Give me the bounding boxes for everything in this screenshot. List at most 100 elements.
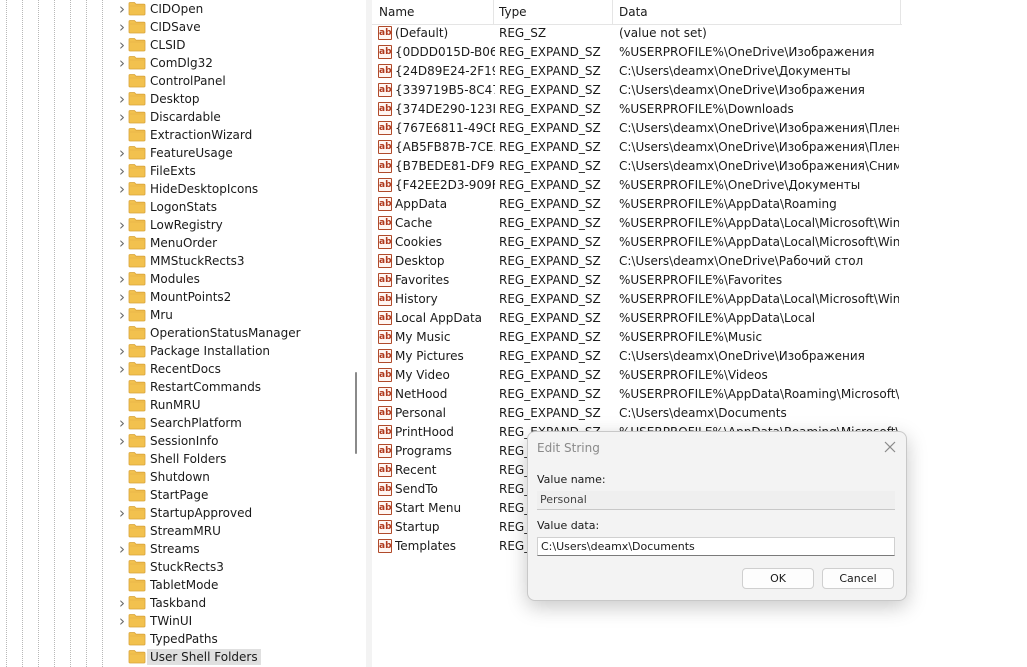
tree-scrollbar[interactable]	[355, 372, 357, 454]
tree-item[interactable]: › MenuOrder	[114, 234, 349, 252]
column-separator[interactable]	[900, 0, 901, 24]
chevron-right-icon[interactable]: ›	[116, 146, 128, 161]
tree-item[interactable]: User Shell Folders	[114, 648, 349, 666]
tree-item[interactable]: › HideDesktopIcons	[114, 180, 349, 198]
tree-item[interactable]: Shell Folders	[114, 450, 349, 468]
chevron-right-icon[interactable]: ›	[116, 614, 128, 629]
tree-item[interactable]: › Taskband	[114, 594, 349, 612]
tree-item[interactable]: › Discardable	[114, 108, 349, 126]
value-row[interactable]: ab{0DDD015D-B06… REG_EXPAND_SZ %USERPROFIL…	[372, 43, 1027, 62]
tree-item[interactable]: OperationStatusManager	[114, 324, 349, 342]
tree-item[interactable]: ExtractionWizard	[114, 126, 349, 144]
value-row[interactable]: ab My Video REG_EXPAND_SZ %USERPROFILE%\Vid…	[372, 366, 1027, 385]
tree-item[interactable]: › CLSID	[114, 36, 349, 54]
value-row[interactable]: ab {AB5FB87B-7CE… REG_EXPAND_SZ C:\Users\de…	[372, 138, 1027, 157]
chevron-right-icon[interactable]: ›	[116, 164, 128, 179]
chevron-right-icon[interactable]: ›	[116, 344, 128, 359]
tree-item[interactable]: › TWinUI	[114, 612, 349, 630]
tree-item[interactable]: › Desktop	[114, 90, 349, 108]
tree-item[interactable]: › Modules	[114, 270, 349, 288]
chevron-right-icon[interactable]: ›	[116, 236, 128, 251]
value-row[interactable]: ab Cookies REG_EXPAND_SZ %USERPROFILE%\AppD…	[372, 233, 1027, 252]
close-icon[interactable]	[883, 440, 897, 454]
chevron-right-icon[interactable]: ›	[116, 290, 128, 305]
tree-item[interactable]: LogonStats	[114, 198, 349, 216]
value-row[interactable]: ab My Pictures REG_EXPAND_SZ C:\Users\deamx…	[372, 347, 1027, 366]
chevron-right-icon[interactable]: ›	[116, 182, 128, 197]
value-row[interactable]: ab{339719B5-8C47… REG_EXPAND_SZ C:\Users\d…	[372, 81, 1027, 100]
column-header-name[interactable]: Name	[379, 4, 414, 20]
value-row[interactable]: ab{F42EE2D3-909F… REG_EXPAND_SZ %USERPROFI…	[372, 176, 1027, 195]
chevron-right-icon[interactable]: ›	[116, 38, 128, 53]
tree-item[interactable]: › FileExts	[114, 162, 349, 180]
column-separator[interactable]	[493, 0, 494, 24]
chevron-right-icon[interactable]: ›	[116, 272, 128, 287]
value-row[interactable]: ab{767E6811-49CB… REG_EXPAND_SZ C:\Users\d…	[372, 119, 1027, 138]
value-row[interactable]: ab Cache REG_EXPAND_SZ %USERPROFILE%\AppDat…	[372, 214, 1027, 233]
tree-item[interactable]: › Package Installation	[114, 342, 349, 360]
tree-item[interactable]: › SearchPlatform	[114, 414, 349, 432]
value-row[interactable]: ab{374DE290-123F… REG_EXPAND_SZ %USERPROFI…	[372, 100, 1027, 119]
chevron-right-icon[interactable]: ›	[116, 218, 128, 233]
value-data-field[interactable]: C:\Users\deamx\Documents	[537, 537, 895, 556]
string-value-icon: ab	[378, 368, 392, 382]
chevron-right-icon[interactable]: ›	[116, 416, 128, 431]
chevron-right-icon[interactable]: ›	[116, 110, 128, 125]
column-header-data[interactable]: Data	[619, 4, 648, 20]
tree-item[interactable]: TabletMode	[114, 576, 349, 594]
value-type: REG_EXPAND_SZ	[499, 330, 601, 344]
value-row[interactable]: ab My Music REG_EXPAND_SZ %USERPROFILE%\Mus…	[372, 328, 1027, 347]
value-row[interactable]: ab Personal REG_EXPAND_SZ C:\Users\deamx\Do…	[372, 404, 1027, 423]
tree-item[interactable]: RunMRU	[114, 396, 349, 414]
tree-item[interactable]: › LowRegistry	[114, 216, 349, 234]
tree-item[interactable]: RestartCommands	[114, 378, 349, 396]
tree-item[interactable]: StartPage	[114, 486, 349, 504]
tree-item[interactable]: › ComDlg32	[114, 54, 349, 72]
value-row[interactable]: ab (Default) REG_SZ (value not set)	[372, 24, 1027, 43]
chevron-right-icon[interactable]: ›	[116, 2, 128, 17]
chevron-right-icon[interactable]: ›	[116, 506, 128, 521]
chevron-right-icon[interactable]: ›	[116, 20, 128, 35]
column-header-type[interactable]: Type	[499, 4, 527, 20]
value-row[interactable]: ab History REG_EXPAND_SZ %USERPROFILE%\AppD…	[372, 290, 1027, 309]
value-row[interactable]: ab AppData REG_EXPAND_SZ %USERPROFILE%\AppD…	[372, 195, 1027, 214]
value-name: Personal	[395, 406, 447, 420]
chevron-right-icon[interactable]: ›	[116, 434, 128, 449]
value-row[interactable]: ab Desktop REG_EXPAND_SZ C:\Users\deamx\One…	[372, 252, 1027, 271]
string-value-icon: ab	[378, 102, 392, 116]
tree-item[interactable]: › MountPoints2	[114, 288, 349, 306]
tree-item[interactable]: › StartupApproved	[114, 504, 349, 522]
string-value-icon: ab	[378, 159, 392, 173]
chevron-right-icon[interactable]: ›	[116, 542, 128, 557]
tree-item[interactable]: › RecentDocs	[114, 360, 349, 378]
column-separator[interactable]	[612, 0, 613, 24]
chevron-right-icon[interactable]: ›	[116, 362, 128, 377]
tree-item[interactable]: StreamMRU	[114, 522, 349, 540]
tree-item[interactable]: › CIDOpen	[114, 0, 349, 18]
chevron-right-icon[interactable]: ›	[116, 56, 128, 71]
tree-item[interactable]: MMStuckRects3	[114, 252, 349, 270]
chevron-right-icon[interactable]: ›	[116, 92, 128, 107]
chevron-right-icon[interactable]: ›	[116, 596, 128, 611]
tree-item[interactable]: Shutdown	[114, 468, 349, 486]
value-data: %USERPROFILE%\Music	[619, 330, 763, 344]
tree-item[interactable]: StuckRects3	[114, 558, 349, 576]
value-data: %USERPROFILE%\OneDrive\Документы	[619, 178, 861, 192]
tree-item[interactable]: › SessionInfo	[114, 432, 349, 450]
tree-item[interactable]: TypedPaths	[114, 630, 349, 648]
value-row[interactable]: ab{B7BEDE81-DF94… REG_EXPAND_SZ C:\Users\d…	[372, 157, 1027, 176]
tree-item[interactable]: › CIDSave	[114, 18, 349, 36]
string-value-icon: ab	[378, 273, 392, 287]
chevron-right-icon[interactable]: ›	[116, 308, 128, 323]
value-row[interactable]: ab Favorites REG_EXPAND_SZ %USERPROFILE%\Fa…	[372, 271, 1027, 290]
value-row[interactable]: ab NetHood REG_EXPAND_SZ %USERPROFILE%\AppD…	[372, 385, 1027, 404]
value-row[interactable]: ab{24D89E24-2F19… REG_EXPAND_SZ C:\Users\d…	[372, 62, 1027, 81]
cancel-button[interactable]: Cancel	[822, 568, 894, 589]
tree-item[interactable]: ControlPanel	[114, 72, 349, 90]
value-data: (value not set)	[619, 26, 707, 40]
tree-item[interactable]: › FeatureUsage	[114, 144, 349, 162]
tree-item[interactable]: › Mru	[114, 306, 349, 324]
value-row[interactable]: ab Local AppData REG_EXPAND_SZ %USERPROFILE…	[372, 309, 1027, 328]
ok-button[interactable]: OK	[742, 568, 814, 589]
tree-item[interactable]: › Streams	[114, 540, 349, 558]
